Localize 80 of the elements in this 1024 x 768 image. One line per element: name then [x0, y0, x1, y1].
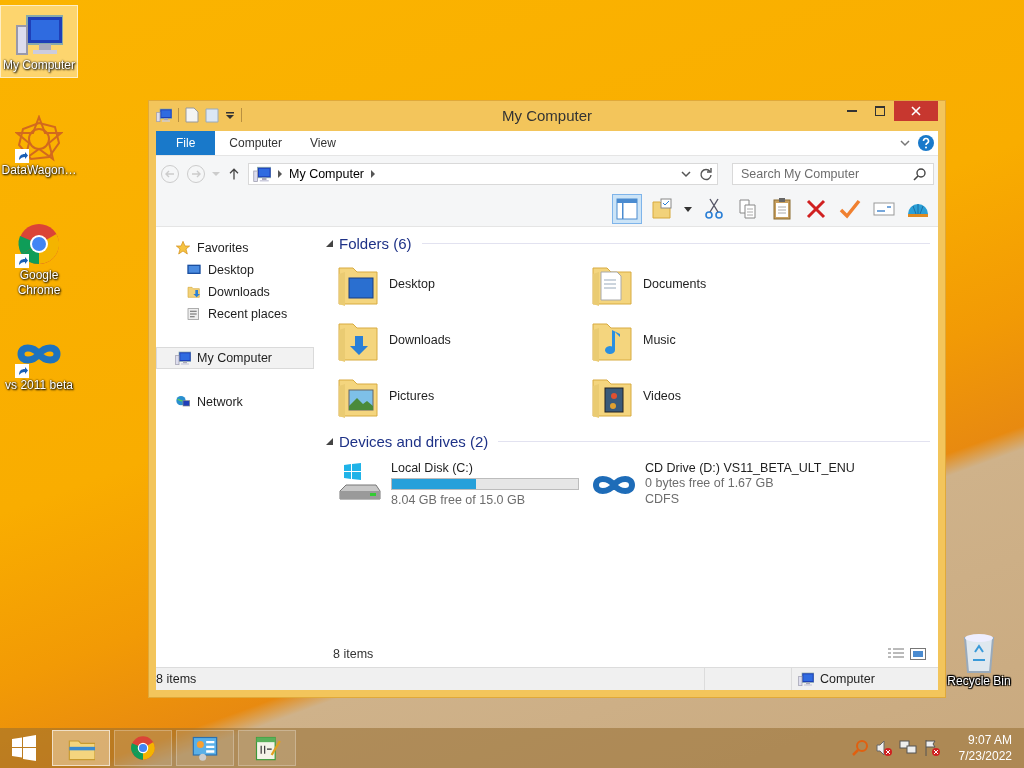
folder-name[interactable]: Documents [643, 277, 707, 291]
window-title: My Computer [502, 106, 592, 124]
flag-alert-icon[interactable] [922, 739, 941, 757]
folder-download-icon [186, 284, 202, 300]
pane-layout-icon [615, 197, 639, 221]
desktop-icon-label: Google Chrome [16, 268, 62, 298]
chrome-icon [129, 734, 157, 762]
drive-name[interactable]: CD Drive (D:) VS11_BETA_ULT_ENU [645, 461, 855, 475]
help-icon[interactable] [918, 135, 934, 151]
ribbon-tab[interactable]: View [296, 131, 350, 155]
drive-info: 0 bytes free of 1.67 GB [645, 476, 775, 491]
minimize-icon [847, 110, 857, 112]
desktop-icon-label: vs 2011 beta [4, 378, 74, 393]
refresh-icon[interactable] [699, 167, 713, 181]
collapse-arrow-icon[interactable] [325, 239, 333, 247]
delete-icon [804, 197, 828, 221]
ribbon-tab[interactable]: Computer [215, 131, 297, 155]
address-path[interactable]: My Computer [289, 167, 365, 181]
cut-icon [702, 197, 726, 221]
folder-name[interactable]: Desktop [389, 277, 435, 291]
section-header[interactable]: Folders (6) [339, 234, 412, 252]
folder-check-icon [650, 197, 674, 221]
folder-name[interactable]: Music [643, 333, 676, 347]
speaker-muted-icon[interactable] [874, 739, 893, 757]
windows-logo-icon [11, 735, 37, 761]
address-bar[interactable]: My Computer [248, 163, 718, 185]
notepad-icon [253, 734, 281, 762]
network-icon[interactable] [898, 739, 917, 757]
chevron-right-icon [370, 170, 377, 178]
checkmark-icon [838, 197, 862, 221]
control-panel-icon [191, 734, 219, 762]
back-icon [160, 164, 180, 184]
nav-item[interactable]: Favorites [156, 237, 314, 259]
folder-name[interactable]: Downloads [389, 333, 451, 347]
folder-name[interactable]: Videos [643, 389, 681, 403]
desktop-icon-label: DataWagon… [1, 163, 77, 178]
folder-name[interactable]: Pictures [389, 389, 435, 403]
taskbar-button[interactable] [52, 730, 110, 766]
large-icons-view-icon[interactable] [910, 648, 926, 660]
drive-info: CDFS [645, 492, 681, 507]
status-text: 8 items [156, 672, 197, 686]
desktop-icon-label: My Computer [2, 58, 76, 73]
paste-icon [770, 197, 794, 221]
star-icon [175, 240, 191, 256]
nav-item[interactable]: My Computer [156, 347, 314, 369]
dropdown-arrow-icon [684, 206, 692, 212]
toolbar-button[interactable] [682, 204, 694, 214]
taskbar-button[interactable] [176, 730, 234, 766]
section-header[interactable]: Devices and drives (2) [339, 432, 489, 450]
chevron-icon[interactable] [900, 139, 910, 147]
maximize-icon [875, 106, 885, 116]
forward-icon [186, 164, 206, 184]
computer-icon [253, 165, 271, 183]
close-icon [911, 106, 921, 116]
nav-item[interactable]: Downloads [156, 281, 314, 303]
chevron-right-icon [277, 170, 283, 178]
desktop-icon-label: Recycle Bin [947, 674, 1011, 688]
taskbar-button[interactable] [238, 730, 296, 766]
dropdown-arrow-icon[interactable] [225, 110, 235, 120]
file-menu-tab[interactable]: File [156, 131, 216, 155]
item-count: 8 items [333, 647, 374, 661]
nav-item[interactable]: Network [156, 391, 314, 413]
computer-icon [156, 107, 172, 123]
nav-item[interactable]: Desktop [156, 259, 314, 281]
search-field[interactable]: Search My Computer [739, 166, 913, 182]
recent-places-icon [186, 306, 202, 322]
computer-icon [175, 350, 191, 366]
network-icon [175, 394, 191, 410]
computer-icon [798, 671, 814, 687]
taskbar-button[interactable] [114, 730, 172, 766]
search-icon [913, 167, 927, 181]
chevron-down-icon[interactable] [681, 170, 691, 178]
caret-icon [212, 172, 220, 176]
drive-name[interactable]: Local Disk (C:) [391, 461, 579, 475]
drive-info: 8.04 GB free of 15.0 GB [391, 493, 527, 508]
zone-label: Computer [820, 672, 875, 686]
collapse-arrow-icon[interactable] [325, 437, 333, 445]
search-field[interactable]: Search My Computer [732, 163, 934, 185]
nav-item[interactable]: Recent places [156, 303, 314, 325]
star-pattern-icon [15, 115, 63, 163]
